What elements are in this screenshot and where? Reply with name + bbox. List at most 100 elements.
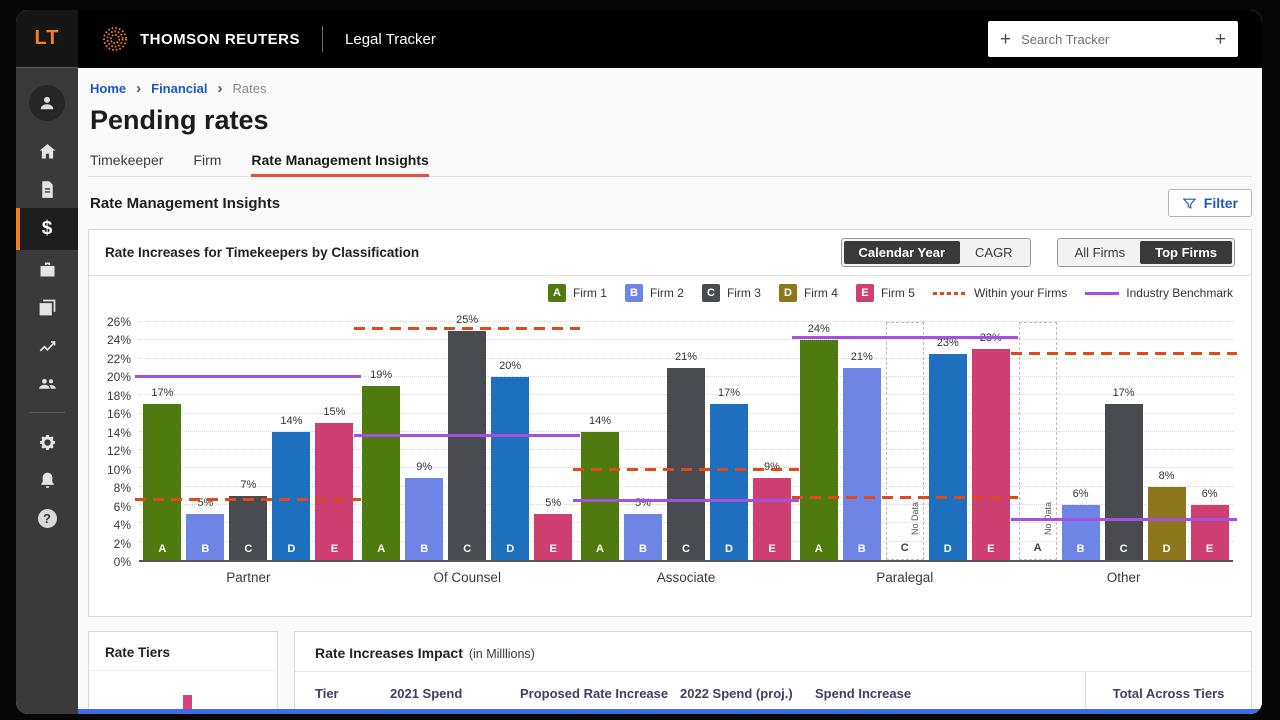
no-data-bar[interactable]: No DataA [1019, 322, 1057, 560]
y-tick-label: 14% [107, 426, 131, 440]
bar-slot: 23%E [972, 322, 1010, 560]
toggle-option-top-firms[interactable]: Top Firms [1140, 241, 1232, 264]
y-tick-label: 8% [114, 481, 131, 495]
bar-firm-A[interactable]: 17%A [143, 404, 181, 560]
rate-increases-impact-card: Rate Increases Impact (in Milllions) Tie… [294, 631, 1252, 714]
bar-firm-D[interactable]: 23%D [929, 354, 967, 560]
top-header: THOMSON REUTERS Legal Tracker + + [78, 10, 1262, 68]
y-tick-label: 10% [107, 463, 131, 477]
sidebar-item-settings[interactable] [16, 423, 78, 461]
filter-button[interactable]: Filter [1168, 189, 1252, 217]
sidebar-item-contacts[interactable] [16, 364, 78, 402]
chevron-right-icon: › [217, 80, 222, 97]
sidebar-item-news[interactable] [16, 288, 78, 326]
toggle-option-cagr[interactable]: CAGR [960, 241, 1028, 264]
filter-label: Filter [1204, 195, 1238, 211]
bar-firm-D[interactable]: 14%D [272, 432, 310, 560]
chart-group-of-counsel: 19%A9%B25%C20%D5%EOf Counsel [362, 322, 572, 560]
bar-firm-E[interactable]: 6%E [1191, 505, 1229, 560]
sidebar-item-analytics[interactable] [16, 326, 78, 364]
header-divider [322, 26, 323, 52]
bar-slot: 17%C [1105, 322, 1143, 560]
chevron-right-icon: › [136, 80, 141, 97]
sidebar-item-matters[interactable] [16, 250, 78, 288]
sidebar-item-profile[interactable] [16, 80, 78, 126]
bar-firm-D[interactable]: 17%D [710, 404, 748, 560]
toggle-option-all-firms[interactable]: All Firms [1060, 241, 1141, 264]
bar-firm-E[interactable]: 5%E [534, 514, 572, 560]
bar-firm-C[interactable]: 25%C [448, 331, 486, 560]
search-input[interactable] [1021, 32, 1205, 47]
bar-slot: 6% E [1191, 322, 1229, 560]
bar-firm-E[interactable]: 15%E [315, 423, 353, 560]
add-icon[interactable]: + [1215, 30, 1226, 49]
industry-benchmark-line [573, 499, 799, 502]
bar-value-label: 14% [280, 415, 302, 427]
legend-label: Firm 1 [573, 286, 607, 300]
sidebar-item-notifications[interactable] [16, 461, 78, 499]
sidebar-item-help[interactable]: ? [16, 499, 78, 537]
bar-slot: 20%D [491, 322, 529, 560]
bar-letter: A [143, 543, 181, 555]
bar-slot: 25%C [448, 322, 486, 560]
bar-firm-B[interactable]: 6%B [1062, 505, 1100, 560]
bar-firm-D[interactable]: 20%D [491, 377, 529, 560]
bar-firm-E[interactable]: 23%E [972, 349, 1010, 560]
chart-area: 0%2%4%6%8%10%12%14%16%18%20%22%24%26% 17… [97, 322, 1233, 562]
no-data-bar[interactable]: No DataC [886, 322, 924, 560]
impact-subtitle: (in Milllions) [469, 647, 535, 661]
bar-firm-B[interactable]: 21%B [843, 368, 881, 560]
legend-item-firm-4: DFirm 4 [779, 284, 838, 302]
legend-label: Firm 5 [881, 286, 915, 300]
bar-letter: D [710, 543, 748, 555]
section-title: Rate Management Insights [88, 195, 280, 212]
sidebar: LT $? [16, 10, 78, 714]
gear-icon [37, 432, 58, 453]
bar-value-label: 6% [1202, 488, 1218, 500]
tab-firm[interactable]: Firm [193, 146, 221, 176]
document-icon [37, 179, 58, 200]
search-tracker[interactable]: + + [988, 21, 1238, 57]
bar-value-label: 25% [456, 314, 478, 326]
breadcrumb-home[interactable]: Home [90, 81, 126, 96]
tab-timekeeper[interactable]: Timekeeper [90, 146, 163, 176]
solid-line-icon [1085, 292, 1119, 295]
tab-rate-management-insights[interactable]: Rate Management Insights [251, 146, 428, 176]
section-header: Rate Management Insights Filter [88, 189, 1252, 217]
chart-title: Rate Increases for Timekeepers by Classi… [105, 245, 419, 260]
home-icon [37, 141, 58, 162]
bar-firm-D[interactable]: 8%D [1148, 487, 1186, 560]
bar-firm-A[interactable]: 24%A [800, 340, 838, 560]
bar-firm-B[interactable]: 9%B [405, 478, 443, 560]
bar-firm-C[interactable]: 7%C [229, 496, 267, 560]
sidebar-item-financial[interactable]: $ [16, 208, 78, 250]
thomson-reuters-logo [102, 26, 128, 52]
breadcrumb-financial[interactable]: Financial [151, 81, 207, 96]
sidebar-item-home[interactable] [16, 132, 78, 170]
sidebar-item-documents[interactable] [16, 170, 78, 208]
bar-firm-B[interactable]: 5%B [186, 514, 224, 560]
bar-value-label: 20% [499, 360, 521, 372]
bar-firm-B[interactable]: 5%B [624, 514, 662, 560]
bar-firm-C[interactable]: 21%C [667, 368, 705, 560]
toggle-option-calendar-year[interactable]: Calendar Year [844, 241, 960, 264]
legend-label: Firm 4 [804, 286, 838, 300]
bar-letter: B [405, 543, 443, 555]
bar-letter: C [887, 542, 923, 554]
people-icon [37, 373, 58, 394]
bar-letter: E [1191, 543, 1229, 555]
within-your-firms-line [573, 468, 799, 471]
bar-slot: 21%C [667, 322, 705, 560]
bar-firm-C[interactable]: 17%C [1105, 404, 1143, 560]
y-tick-label: 12% [107, 444, 131, 458]
bar-firm-E[interactable]: 9%E [753, 478, 791, 560]
search-add-icon[interactable]: + [1000, 30, 1011, 49]
rate-tiers-title: Rate Tiers [89, 632, 277, 671]
bar-firm-A[interactable]: 14%A [581, 432, 619, 560]
legend-item-industry-benchmark: Industry Benchmark [1085, 286, 1233, 300]
bar-slot: 9%E [753, 322, 791, 560]
app-logo[interactable]: LT [16, 10, 78, 68]
bar-value-label: 8% [1159, 470, 1175, 482]
chart-plot: 17%A5%B7%C14%D15%EPartner19%A9%B25%C20%D… [139, 322, 1233, 562]
bar-firm-A[interactable]: 19%A [362, 386, 400, 560]
